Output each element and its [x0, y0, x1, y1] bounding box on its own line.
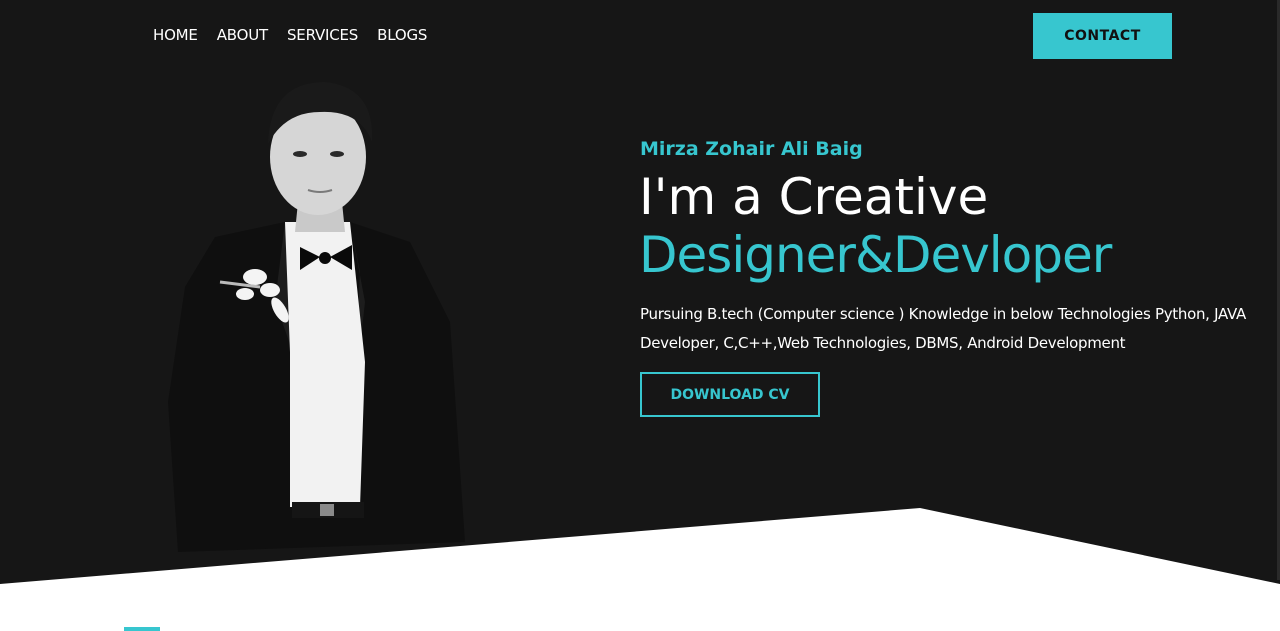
nav-home[interactable]: HOME: [153, 24, 198, 46]
contact-button[interactable]: CONTACT: [1033, 13, 1172, 59]
profile-photo: [168, 82, 465, 552]
hero-description: Pursuing B.tech (Computer science ) Know…: [640, 305, 1246, 352]
hero-name: Mirza Zohair Ali Baig: [640, 138, 863, 160]
teal-accent-bar: [124, 627, 160, 631]
download-cv-button[interactable]: DOWNLOAD CV: [640, 372, 820, 417]
nav-about[interactable]: ABOUT: [217, 24, 268, 46]
hero-headline-line-2: Designer&Devloper: [639, 226, 1112, 284]
nav-services[interactable]: SERVICES: [287, 24, 358, 46]
nav-blogs[interactable]: BLOGS: [377, 24, 427, 46]
hero-headline-line-1: I'm a Creative: [639, 168, 989, 226]
main-nav: HOME ABOUT SERVICES BLOGS: [153, 24, 446, 46]
